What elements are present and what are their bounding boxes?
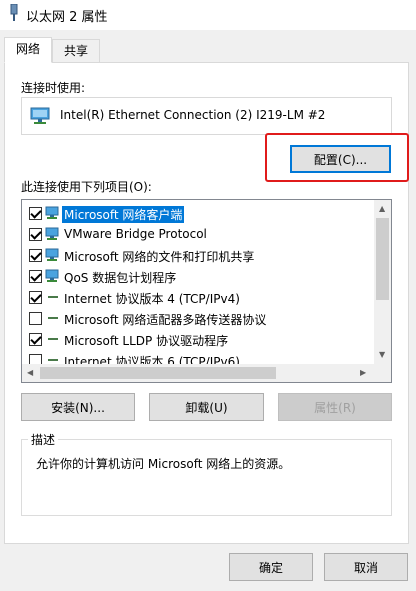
protocol-icon	[48, 317, 58, 319]
item-label: Microsoft LLDP 协议驱动程序	[64, 334, 229, 348]
network-client-icon	[45, 206, 59, 219]
item-label: Microsoft 网络的文件和打印机共享	[64, 250, 255, 264]
item-checkbox[interactable]	[29, 270, 42, 283]
vertical-scroll-thumb[interactable]	[376, 218, 389, 300]
scroll-up-icon[interactable]: ▲	[379, 204, 385, 214]
item-checkbox[interactable]	[29, 207, 42, 220]
item-label: Microsoft 网络适配器多路传送器协议	[64, 313, 267, 327]
adapter-name: Intel(R) Ethernet Connection (2) I219-LM…	[60, 108, 326, 122]
highlight-annotation	[265, 133, 409, 182]
item-checkbox[interactable]	[29, 291, 42, 304]
protocol-icon	[48, 359, 58, 361]
install-button[interactable]: 安装(N)...	[21, 393, 135, 421]
network-service-icon	[45, 269, 59, 282]
list-item[interactable]: Microsoft 网络的文件和打印机共享	[22, 245, 374, 266]
cancel-button[interactable]: 取消	[324, 553, 408, 581]
list-item[interactable]: QoS 数据包计划程序	[22, 266, 374, 287]
item-label: Internet 协议版本 4 (TCP/IPv4)	[64, 292, 240, 306]
description-text: 允许你的计算机访问 Microsoft 网络上的资源。	[36, 457, 291, 471]
network-service-icon	[45, 227, 59, 240]
item-checkbox[interactable]	[29, 228, 42, 241]
item-label: VMware Bridge Protocol	[64, 227, 207, 241]
scroll-left-icon[interactable]: ◀	[27, 368, 33, 378]
tab-network[interactable]: 网络	[4, 37, 52, 63]
list-item[interactable]: VMware Bridge Protocol	[22, 224, 374, 245]
list-item[interactable]: Microsoft LLDP 协议驱动程序	[22, 329, 374, 350]
item-label: QoS 数据包计划程序	[64, 271, 177, 285]
item-checkbox[interactable]	[29, 249, 42, 262]
vertical-scrollbar[interactable]: ▲ ▼	[374, 200, 391, 364]
list-item[interactable]: Microsoft 网络客户端	[22, 203, 374, 224]
network-service-icon	[45, 248, 59, 261]
item-label: Microsoft 网络客户端	[62, 206, 185, 223]
adapter-field: Intel(R) Ethernet Connection (2) I219-LM…	[21, 97, 392, 135]
protocol-icon	[48, 296, 58, 298]
components-list[interactable]: Microsoft 网络客户端 VMware Bridge Protocol M…	[21, 199, 392, 383]
ok-button[interactable]: 确定	[229, 553, 313, 581]
window-title: 以太网 2 属性	[26, 10, 108, 25]
scrollbar-corner	[374, 364, 391, 382]
item-label: Internet 协议版本 6 (TCP/IPv6)	[64, 355, 240, 364]
uninstall-button[interactable]: 卸载(U)	[149, 393, 264, 421]
description-group	[21, 439, 392, 516]
item-checkbox[interactable]	[29, 354, 42, 364]
item-checkbox[interactable]	[29, 333, 42, 346]
items-label: 此连接使用下列项目(O):	[21, 180, 152, 194]
list-item[interactable]: Internet 协议版本 6 (TCP/IPv6)	[22, 350, 374, 364]
scroll-down-icon[interactable]: ▼	[379, 350, 385, 360]
horizontal-scroll-thumb[interactable]	[40, 367, 276, 379]
list-item[interactable]: Internet 协议版本 4 (TCP/IPv4)	[22, 287, 374, 308]
tab-sharing[interactable]: 共享	[52, 39, 100, 63]
network-adapter-icon	[30, 107, 50, 124]
title-bar: 以太网 2 属性	[0, 0, 416, 30]
protocol-icon	[48, 338, 58, 340]
item-checkbox[interactable]	[29, 312, 42, 325]
description-title: 描述	[28, 431, 59, 448]
connect-using-label: 连接时使用:	[21, 81, 86, 95]
list-viewport: Microsoft 网络客户端 VMware Bridge Protocol M…	[22, 200, 374, 364]
horizontal-scrollbar[interactable]: ◀ ▶	[22, 364, 374, 382]
properties-button[interactable]: 属性(R)	[278, 393, 392, 421]
list-item[interactable]: Microsoft 网络适配器多路传送器协议	[22, 308, 374, 329]
network-adapter-icon	[10, 4, 18, 21]
scroll-right-icon[interactable]: ▶	[360, 368, 366, 378]
